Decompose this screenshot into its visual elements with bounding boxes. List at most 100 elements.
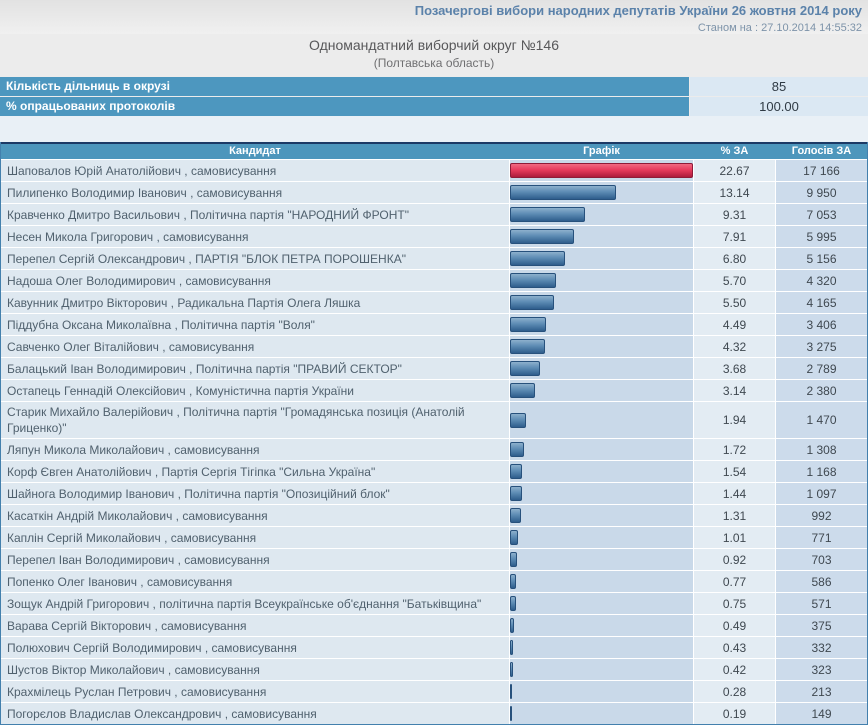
bar-cell [510, 681, 693, 702]
votes-value: 375 [776, 615, 867, 636]
candidate-name: Кавунник Дмитро Вікторович , Радикальна … [1, 292, 509, 313]
candidate-name: Варава Сергій Вікторович , самовисування [1, 615, 509, 636]
result-bar [510, 442, 524, 457]
results-body: Шаповалов Юрій Анатолійович , самовисува… [1, 160, 867, 724]
percent-value: 7.91 [694, 226, 775, 247]
candidate-name: Піддубна Оксана Миколаївна , Політична п… [1, 314, 509, 335]
bar-cell [510, 314, 693, 335]
bar-cell [510, 439, 693, 460]
bar-cell [510, 637, 693, 658]
candidate-name: Перепел Іван Володимирович , самовисуван… [1, 549, 509, 570]
votes-value: 771 [776, 527, 867, 548]
candidate-name: Балацький Іван Володимирович , Політична… [1, 358, 509, 379]
candidate-name: Попенко Олег Іванович , самовисування [1, 571, 509, 592]
bar-cell [510, 226, 693, 247]
votes-value: 7 053 [776, 204, 867, 225]
percent-value: 6.80 [694, 248, 775, 269]
table-row: Пилипенко Володимир Іванович , самовисув… [1, 182, 867, 203]
table-row: Варава Сергій Вікторович , самовисування… [1, 615, 867, 636]
precincts-label: Кількість дільниць в окрузі [0, 77, 689, 96]
bar-cell [510, 703, 693, 724]
protocols-value: 100.00 [690, 97, 868, 116]
percent-value: 1.54 [694, 461, 775, 482]
result-bar [510, 295, 554, 310]
percent-value: 0.77 [694, 571, 775, 592]
percent-value: 4.32 [694, 336, 775, 357]
bar-cell [510, 461, 693, 482]
candidate-name: Шустов Віктор Миколайович , самовисуванн… [1, 659, 509, 680]
table-row: Кравченко Дмитро Васильович , Політична … [1, 204, 867, 225]
table-row: Надоша Олег Володимирович , самовисуванн… [1, 270, 867, 291]
votes-value: 2 789 [776, 358, 867, 379]
bar-cell [510, 270, 693, 291]
candidate-name: Шайнога Володимир Іванович , Політична п… [1, 483, 509, 504]
bar-cell [510, 380, 693, 401]
percent-value: 4.49 [694, 314, 775, 335]
percent-value: 0.49 [694, 615, 775, 636]
candidate-name: Перепел Сергій Олександрович , ПАРТІЯ "Б… [1, 248, 509, 269]
votes-value: 571 [776, 593, 867, 614]
percent-value: 1.31 [694, 505, 775, 526]
table-row: Шайнога Володимир Іванович , Політична п… [1, 483, 867, 504]
column-header-candidate: Кандидат [1, 144, 509, 159]
votes-value: 9 950 [776, 182, 867, 203]
votes-value: 17 166 [776, 160, 867, 181]
percent-value: 5.70 [694, 270, 775, 291]
candidate-name: Касаткін Андрій Миколайович , самовисува… [1, 505, 509, 526]
table-row: Перепел Іван Володимирович , самовисуван… [1, 549, 867, 570]
result-bar [510, 618, 514, 633]
percent-value: 1.01 [694, 527, 775, 548]
column-header-votes: Голосів ЗА [776, 144, 867, 159]
table-row: Перепел Сергій Олександрович , ПАРТІЯ "Б… [1, 248, 867, 269]
candidate-name: Ляпун Микола Миколайович , самовисування [1, 439, 509, 460]
percent-value: 3.68 [694, 358, 775, 379]
district-region: (Полтавська область) [0, 56, 868, 70]
candidate-name: Полюхович Сергій Володимирович , самовис… [1, 637, 509, 658]
candidate-name: Несен Микола Григорович , самовисування [1, 226, 509, 247]
table-row: Погорєлов Владислав Олександрович , само… [1, 703, 867, 724]
percent-value: 22.67 [694, 160, 775, 181]
result-bar [510, 413, 526, 428]
bar-cell [510, 659, 693, 680]
votes-value: 1 308 [776, 439, 867, 460]
result-bar [510, 185, 616, 200]
election-title: Позачергові вибори народних депутатів Ук… [0, 3, 862, 18]
table-row: Ляпун Микола Миколайович , самовисування… [1, 439, 867, 460]
summary-table: Кількість дільниць в окрузі 85 % опрацьо… [0, 77, 868, 116]
candidate-name: Корф Євген Анатолійович , Партія Сергія … [1, 461, 509, 482]
summary-row-protocols: % опрацьованих протоколів 100.00 [0, 97, 868, 116]
bar-cell [510, 505, 693, 526]
column-header-percent: % ЗА [694, 144, 775, 159]
percent-value: 9.31 [694, 204, 775, 225]
result-bar [510, 339, 545, 354]
table-row: Несен Микола Григорович , самовисування 7… [1, 226, 867, 247]
table-row: Каплін Сергій Миколайович , самовисуванн… [1, 527, 867, 548]
percent-value: 0.43 [694, 637, 775, 658]
votes-value: 3 275 [776, 336, 867, 357]
percent-value: 0.28 [694, 681, 775, 702]
percent-value: 1.44 [694, 483, 775, 504]
votes-value: 5 995 [776, 226, 867, 247]
candidate-name: Остапець Геннадій Олексійович , Комуніст… [1, 380, 509, 401]
votes-value: 1 097 [776, 483, 867, 504]
bar-cell [510, 248, 693, 269]
result-bar [510, 596, 516, 611]
votes-value: 2 380 [776, 380, 867, 401]
table-row: Остапець Геннадій Олексійович , Комуніст… [1, 380, 867, 401]
result-bar [510, 317, 546, 332]
candidate-name: Кравченко Дмитро Васильович , Політична … [1, 204, 509, 225]
table-row: Полюхович Сергій Володимирович , самовис… [1, 637, 867, 658]
column-header-graph: Графік [510, 144, 693, 159]
candidate-name: Надоша Олег Володимирович , самовисуванн… [1, 270, 509, 291]
result-bar [510, 552, 517, 567]
result-bar [510, 486, 522, 501]
result-bar [510, 706, 512, 721]
candidate-name: Пилипенко Володимир Іванович , самовисув… [1, 182, 509, 203]
bar-cell [510, 571, 693, 592]
percent-value: 0.92 [694, 549, 775, 570]
table-row: Касаткін Андрій Миколайович , самовисува… [1, 505, 867, 526]
votes-value: 992 [776, 505, 867, 526]
summary-row-precincts: Кількість дільниць в окрузі 85 [0, 77, 868, 96]
bar-cell [510, 402, 693, 438]
votes-value: 332 [776, 637, 867, 658]
